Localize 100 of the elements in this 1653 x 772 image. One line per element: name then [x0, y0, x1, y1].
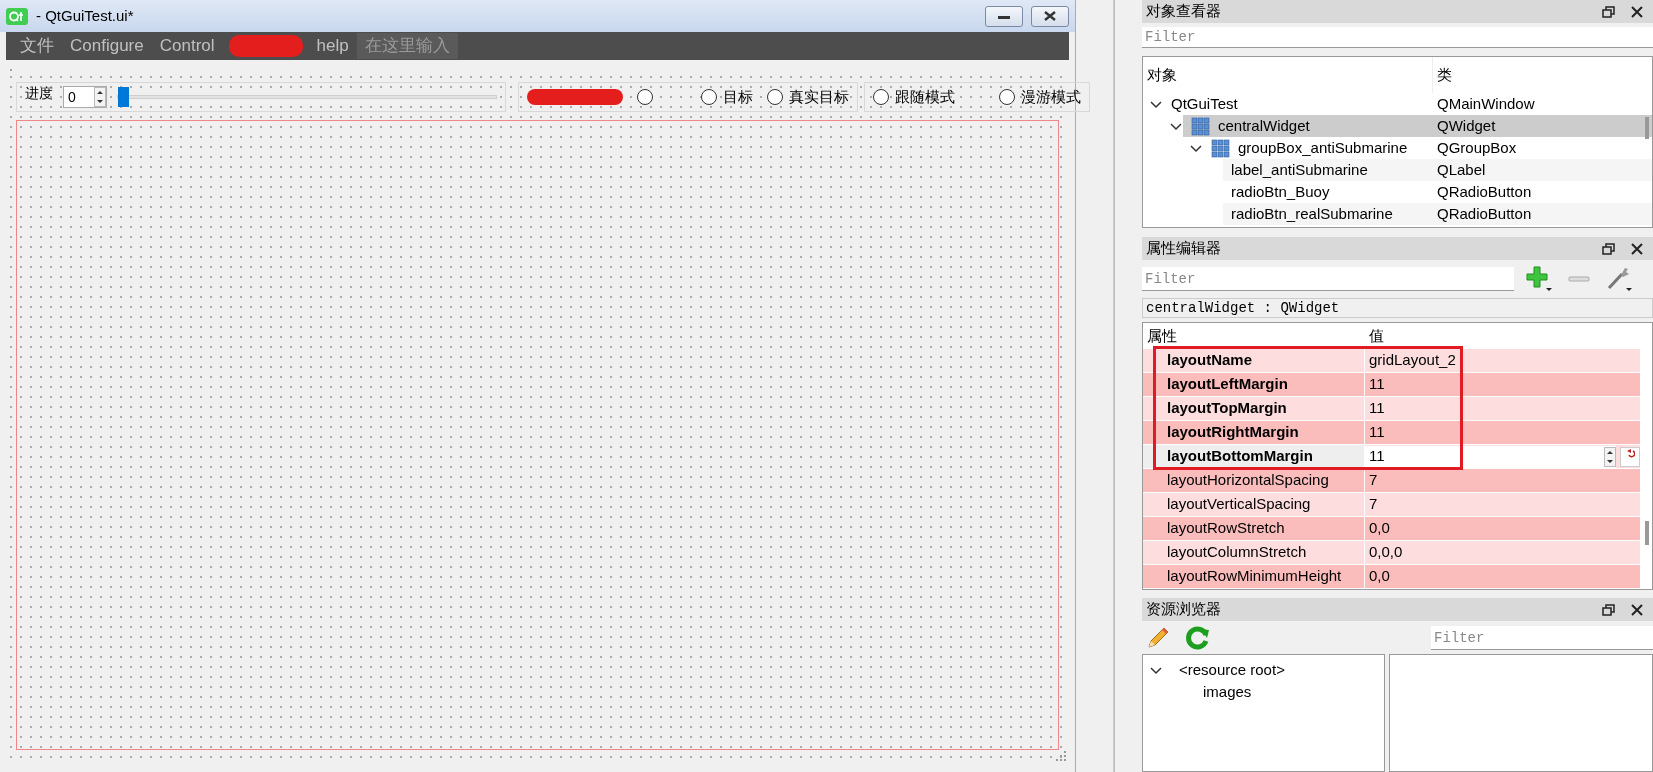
class-name: QGroupBox: [1436, 138, 1518, 158]
filter-field[interactable]: Filter: [1142, 27, 1653, 48]
property-name: layoutHorizontalSpacing: [1143, 469, 1365, 492]
refresh-icon: [1186, 626, 1210, 650]
property-name: layoutRowMinimumHeight: [1143, 565, 1365, 588]
property-row[interactable]: layoutVerticalSpacing 7: [1143, 493, 1640, 517]
class-name: QWidget: [1433, 115, 1652, 137]
radio-button[interactable]: 目标: [701, 85, 753, 109]
radio-circle[interactable]: [767, 89, 783, 105]
slider-handle[interactable]: [118, 87, 129, 107]
expand-chevron-icon: [1169, 121, 1183, 131]
property-row[interactable]: layoutTopMargin 11: [1143, 397, 1640, 421]
tree-row[interactable]: centralWidget QWidget: [1143, 115, 1652, 137]
float-icon: [1602, 5, 1615, 18]
dock-title: 资源浏览器: [1146, 599, 1221, 620]
resource-name: images: [1202, 681, 1252, 702]
property-row[interactable]: layoutHorizontalSpacing 7: [1143, 469, 1640, 493]
property-row[interactable]: layoutRowStretch 0,0: [1143, 517, 1640, 541]
radio-button[interactable]: 真实目标: [767, 85, 849, 109]
property-row[interactable]: layoutColumnStretch 0,0,0: [1143, 541, 1640, 565]
object-name: label_antiSubmarine: [1231, 159, 1368, 180]
class-name: QRadioButton: [1433, 203, 1652, 225]
minimize-button[interactable]: [985, 5, 1023, 27]
menu-item[interactable]: help: [308, 33, 357, 59]
tree-row[interactable]: label_antiSubmarine QLabel: [1143, 159, 1652, 181]
radio-circle[interactable]: [873, 89, 889, 105]
property-value: 11: [1369, 422, 1385, 443]
property-name: layoutRowStretch: [1143, 517, 1365, 540]
property-row[interactable]: layoutRowMinimumHeight 0,0: [1143, 565, 1640, 589]
radio-circle[interactable]: [637, 89, 653, 105]
class-name: QRadioButton: [1436, 182, 1533, 202]
column-header: 对象: [1143, 57, 1433, 93]
property-row[interactable]: layoutBottomMargin 11: [1143, 445, 1640, 469]
expand-chevron-icon: [1149, 99, 1163, 109]
scrollbar-thumb[interactable]: [1645, 117, 1649, 139]
property-value: 11: [1369, 398, 1385, 419]
object-class-label: centralWidget : QWidget: [1142, 298, 1653, 318]
object-name: centralWidget: [1218, 115, 1310, 136]
filter-field[interactable]: Filter: [1142, 267, 1514, 291]
property-value: 0,0: [1369, 518, 1390, 539]
tree-row[interactable]: radioBtn_Buoy QRadioButton: [1143, 181, 1652, 203]
tree-row[interactable]: groupBox_antiSubmarine QGroupBox: [1143, 137, 1652, 159]
property-name: layoutBottomMargin: [1143, 445, 1365, 468]
property-value: 11: [1369, 374, 1385, 395]
resource-name: <resource root>: [1178, 659, 1285, 680]
close-button[interactable]: [1031, 5, 1069, 27]
property-row[interactable]: layoutLeftMargin 11: [1143, 373, 1640, 397]
spin-arrows-icon: [94, 87, 106, 107]
close-icon: [1631, 5, 1643, 18]
class-name: QLabel: [1433, 159, 1652, 181]
close-icon: [1631, 242, 1643, 255]
class-name: QMainWindow: [1436, 94, 1536, 114]
property-name: layoutTopMargin: [1143, 397, 1365, 420]
expand-chevron-icon: [1189, 143, 1203, 153]
property-value: 7: [1369, 494, 1378, 515]
scrollbar-thumb[interactable]: [1645, 521, 1649, 545]
menu-item[interactable]: Configure: [62, 33, 152, 59]
tree-row[interactable]: QtGuiTest QMainWindow: [1143, 93, 1652, 115]
column-header: 属性: [1146, 325, 1178, 346]
object-name: radioBtn_Buoy: [1231, 181, 1330, 202]
tree-row[interactable]: images: [1143, 681, 1384, 703]
close-icon: [1631, 603, 1643, 616]
property-name: layoutLeftMargin: [1143, 373, 1365, 396]
radio-button[interactable]: 漫游模式: [999, 85, 1081, 109]
progress-label: 进度: [25, 83, 53, 103]
column-header: 类: [1436, 64, 1452, 85]
resize-grip-icon: [1055, 750, 1067, 762]
tree-row[interactable]: radioBtn_realSubmarine QRadioButton: [1143, 203, 1652, 225]
spin-arrows-icon: [1604, 446, 1616, 467]
property-value: 0,0,0: [1369, 542, 1403, 563]
property-name: layoutVerticalSpacing: [1143, 493, 1365, 516]
tree-row[interactable]: <resource root>: [1143, 659, 1384, 681]
property-value: gridLayout_2: [1369, 350, 1456, 371]
dock-title: 对象查看器: [1146, 1, 1221, 22]
menu-item[interactable]: Control: [151, 33, 223, 59]
minus-icon: [1568, 273, 1590, 285]
qt-logo-icon: [6, 7, 28, 25]
window-title: - QtGuiTest.ui*: [36, 5, 134, 26]
property-row[interactable]: layoutRightMargin 11: [1143, 421, 1640, 445]
radio-button[interactable]: 跟随模式: [873, 85, 955, 109]
object-name: groupBox_antiSubmarine: [1238, 137, 1408, 158]
wrench-icon: [1606, 266, 1632, 292]
property-row[interactable]: layoutName gridLayout_2: [1143, 349, 1640, 373]
column-header: 值: [1368, 325, 1384, 346]
filter-field[interactable]: Filter: [1431, 626, 1653, 650]
menu-item[interactable]: 文件: [12, 33, 62, 59]
value-spin-field[interactable]: 11: [1365, 445, 1616, 468]
property-name: layoutColumnStretch: [1143, 541, 1365, 564]
spin-box[interactable]: 0: [63, 86, 107, 108]
property-name: layoutName: [1143, 349, 1365, 372]
dock-title: 属性编辑器: [1146, 238, 1221, 259]
float-icon: [1602, 242, 1615, 255]
reset-button[interactable]: [1620, 446, 1640, 467]
radio-circle[interactable]: [999, 89, 1015, 105]
close-icon: [1043, 10, 1057, 22]
object-name: QtGuiTest: [1171, 93, 1238, 114]
plus-icon: [1526, 266, 1552, 292]
float-icon: [1602, 603, 1615, 616]
radio-circle[interactable]: [701, 89, 717, 105]
object-name: radioBtn_realSubmarine: [1231, 203, 1393, 224]
